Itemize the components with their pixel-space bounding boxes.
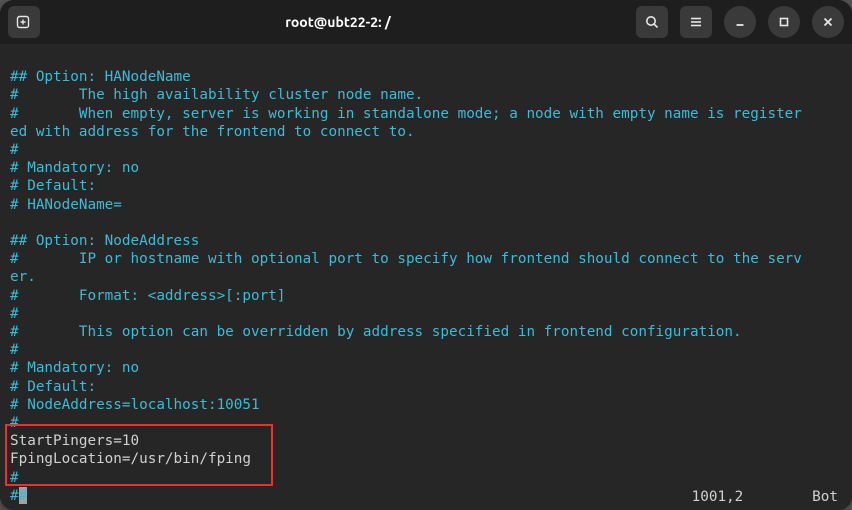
config-line: # HANodeName= <box>10 197 122 213</box>
config-line: er. <box>10 269 36 285</box>
config-line: # <box>10 470 19 486</box>
new-tab-icon <box>16 14 32 30</box>
search-icon <box>644 14 660 30</box>
config-line: # Mandatory: no <box>10 360 139 376</box>
maximize-button[interactable] <box>768 6 800 38</box>
titlebar: root@ubt22-2: / <box>0 0 852 44</box>
terminal-window: root@ubt22-2: / <box>0 0 852 510</box>
config-line: # <box>10 306 19 322</box>
config-line: FpingLocation=/usr/bin/fping <box>10 451 251 467</box>
hamburger-icon <box>688 14 704 30</box>
minimize-button[interactable] <box>724 6 756 38</box>
config-line: # NodeAddress=localhost:10051 <box>10 397 260 413</box>
config-line: # <box>10 342 19 358</box>
config-line: # This option can be overridden by addre… <box>10 324 742 340</box>
config-line: # Default: <box>10 178 96 194</box>
config-line: StartPingers=10 <box>10 433 139 449</box>
config-line: # When empty, server is working in stand… <box>10 106 802 122</box>
maximize-icon <box>776 14 792 30</box>
terminal-viewport[interactable]: ## Option: HANodeName # The high availab… <box>0 44 852 510</box>
config-line: # Default: <box>10 379 96 395</box>
scroll-position: Bot <box>812 489 838 505</box>
config-line: # Format: <address>[:port] <box>10 288 285 304</box>
config-line: ed with address for the frontend to conn… <box>10 124 415 140</box>
close-icon <box>820 14 836 30</box>
close-button[interactable] <box>812 6 844 38</box>
config-line: # <box>10 415 19 431</box>
cursor: # <box>19 487 28 504</box>
config-line: # Mandatory: no <box>10 160 139 176</box>
menu-button[interactable] <box>680 6 712 38</box>
window-title: root@ubt22-2: / <box>48 14 628 30</box>
new-tab-button[interactable] <box>8 6 40 38</box>
config-line: # IP or hostname with optional port to s… <box>10 251 802 267</box>
search-button[interactable] <box>636 6 668 38</box>
vim-status-line: 1001,2 Bot <box>692 488 838 506</box>
cursor-position: 1001,2 <box>692 489 744 505</box>
config-line: # The high availability cluster node nam… <box>10 87 423 103</box>
config-line: # <box>10 488 19 504</box>
config-line: ## Option: NodeAddress <box>10 233 199 249</box>
config-line: ## Option: HANodeName <box>10 69 191 85</box>
config-line: # <box>10 142 19 158</box>
minimize-icon <box>732 14 748 30</box>
